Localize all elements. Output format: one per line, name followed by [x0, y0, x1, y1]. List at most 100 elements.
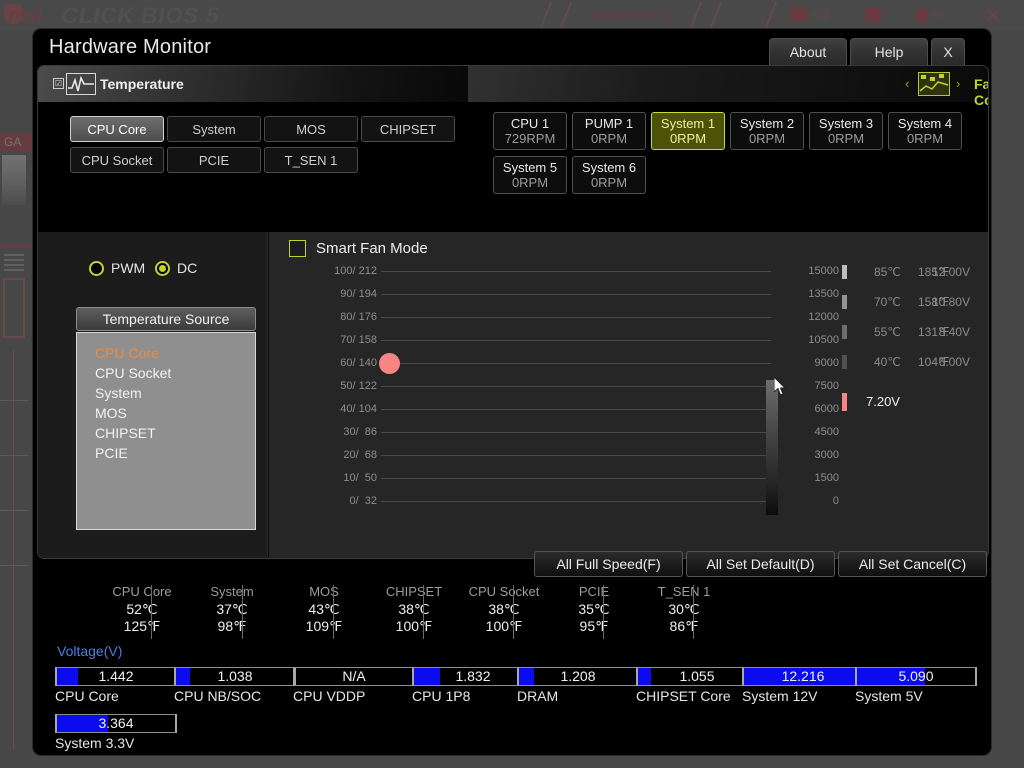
legend-row: 55℃ 131℉ 8.40V [842, 325, 988, 339]
legend-active-value: 7.20V [866, 394, 900, 409]
voltage-value: 12.216 [781, 668, 825, 684]
temperature-readout-strip: CPU Core 52℃ 125℉ System 37℃ 98℉ MOS 43℃… [37, 583, 989, 641]
axis-tick: 1500 [814, 472, 839, 484]
fan-name: System 1 [660, 116, 716, 131]
radio-dc-label: DC [177, 260, 198, 276]
radio-pwm-dot[interactable] [89, 260, 104, 276]
voltage-label: CPU VDDP [293, 688, 366, 704]
fan-button-system-6[interactable]: System 6 0RPM [572, 156, 646, 194]
close-button[interactable]: X [931, 38, 965, 65]
chevron-left-icon[interactable]: ‹ [905, 76, 909, 91]
voltage-label: System 3.3V [55, 735, 135, 751]
axis-tick: 4500 [814, 426, 839, 438]
temp-readout-tsen1: T_SEN 1 30℃ 86℉ [619, 583, 749, 641]
radio-dc[interactable]: DC [148, 260, 197, 276]
voltage-value: 1.038 [217, 668, 253, 684]
hardware-monitor-dialog: Hardware Monitor About Help X ☑ Temperat… [32, 28, 992, 756]
voltage-label: System 12V [742, 688, 818, 704]
chevron-right-icon[interactable]: › [956, 76, 960, 91]
legend-volts: 8.40V [938, 325, 970, 339]
list-item[interactable]: MOS [95, 403, 255, 423]
fan-name: System 6 [581, 160, 637, 175]
voltage-value: 5.090 [898, 668, 934, 684]
fan-button-system-3[interactable]: System 3 0RPM [809, 112, 883, 150]
axis-tick: 70/ 158 [340, 334, 377, 346]
fan-control-content: PWM DC Temperature Source CPU Core CPU S… [38, 232, 988, 558]
radio-dc-dot[interactable] [155, 260, 170, 276]
temperature-panel-header[interactable]: ☑ Temperature [38, 66, 468, 102]
axis-tick: 0/ 32 [349, 495, 377, 507]
checkbox-icon[interactable] [289, 240, 306, 257]
voltage-label: DRAM [517, 688, 559, 704]
temperature-graph-icon [66, 73, 96, 95]
axis-tick: 30/ 86 [343, 426, 377, 438]
panel-header-bar: ☑ Temperature ‹ › F C [38, 66, 988, 108]
legend-volts: 12.00V [931, 265, 970, 279]
list-item[interactable]: CHIPSET [95, 423, 255, 443]
voltage-value: 3.364 [98, 715, 134, 731]
legend-celsius: 55℃ [874, 325, 901, 339]
help-button[interactable]: Help [850, 38, 928, 65]
fan-control-panel-header[interactable]: ‹ › Fan Control [468, 66, 988, 108]
list-item[interactable]: System [95, 383, 255, 403]
fan-curve-pane: Smart Fan Mode 100/ 212 90/ 194 80/ 176 … [269, 232, 988, 558]
voltage-legend: 85℃ 185℉ 12.00V 70℃ 158℉ 10.80V 55℃ 131℉… [842, 265, 988, 523]
list-item[interactable]: PCIE [95, 443, 255, 463]
axis-tick: 20/ 68 [343, 449, 377, 461]
axis-tick: 6000 [814, 403, 839, 415]
temp-source-button-chipset[interactable]: CHIPSET [361, 116, 455, 142]
fan-rpm: 0RPM [669, 131, 707, 146]
axis-tick: 50/ 122 [340, 380, 377, 392]
temperature-source-list[interactable]: CPU Core CPU Socket System MOS CHIPSET P… [76, 332, 256, 530]
all-full-speed-button[interactable]: All Full Speed(F) [534, 551, 683, 577]
fan-button-pump-1[interactable]: PUMP 1 0RPM [572, 112, 646, 150]
fan-name: System 2 [739, 116, 795, 131]
fan-button-system-4[interactable]: System 4 0RPM [888, 112, 962, 150]
axis-tick: 10/ 50 [343, 472, 377, 484]
chart-left-axis: 100/ 212 90/ 194 80/ 176 70/ 158 60/ 140… [269, 265, 377, 523]
chart-plot-area[interactable] [379, 265, 771, 523]
axis-tick: 90/ 194 [340, 288, 377, 300]
temp-source-button-cpu-socket[interactable]: CPU Socket [70, 147, 164, 173]
smart-fan-mode-checkbox[interactable]: Smart Fan Mode [279, 240, 428, 257]
fan-rpm: 0RPM [827, 131, 865, 146]
smart-fan-mode-label: Smart Fan Mode [316, 240, 428, 257]
temp-source-button-pcie[interactable]: PCIE [167, 147, 261, 173]
fan-graph-icon [918, 72, 950, 96]
radio-pwm-label: PWM [111, 260, 146, 276]
list-item[interactable]: CPU Socket [95, 363, 255, 383]
temperature-checkbox-icon[interactable]: ☑ [53, 78, 64, 89]
axis-tick: 3000 [814, 449, 839, 461]
fan-curve-point[interactable] [379, 353, 400, 374]
temp-source-button-mos[interactable]: MOS [264, 116, 358, 142]
all-set-cancel-button[interactable]: All Set Cancel(C) [838, 551, 987, 577]
about-button[interactable]: About [769, 38, 847, 65]
axis-tick: 12000 [808, 311, 839, 323]
temp-source-button-system[interactable]: System [167, 116, 261, 142]
fan-curve-chart[interactable]: 100/ 212 90/ 194 80/ 176 70/ 158 60/ 140… [269, 265, 988, 523]
legend-row: 85℃ 185℉ 12.00V [842, 265, 988, 279]
fan-button-system-2[interactable]: System 2 0RPM [730, 112, 804, 150]
axis-tick: 80/ 176 [340, 311, 377, 323]
temp-source-button-cpu-core[interactable]: CPU Core [70, 116, 164, 142]
list-item[interactable]: CPU Core [95, 343, 255, 363]
voltage-label: CPU Core [55, 688, 119, 704]
legend-celsius: 70℃ [874, 295, 901, 309]
axis-tick: 40/ 104 [340, 403, 377, 415]
thermometer-fahrenheit-icon [315, 558, 329, 559]
fan-button-system-1[interactable]: System 1 0RPM [651, 112, 725, 150]
readout-fahrenheit: 86℉ [669, 618, 699, 634]
monitor-inner-frame: ☑ Temperature ‹ › F C CPU Core System MO… [37, 65, 989, 559]
temp-source-button-tsen1[interactable]: T_SEN 1 [264, 147, 358, 173]
radio-pwm[interactable]: PWM [82, 260, 145, 276]
axis-tick: 0 [832, 495, 839, 507]
fan-button-system-5[interactable]: System 5 0RPM [493, 156, 567, 194]
fan-button-cpu-1[interactable]: CPU 1 729RPM [493, 112, 567, 150]
axis-tick: 100/ 212 [334, 265, 377, 277]
fan-settings-pane: PWM DC Temperature Source CPU Core CPU S… [38, 232, 268, 558]
fan-name: System 5 [502, 160, 558, 175]
fan-rpm: 0RPM [590, 131, 628, 146]
all-set-default-button[interactable]: All Set Default(D) [686, 551, 835, 577]
fan-name: CPU 1 [510, 116, 550, 131]
chart-right-axis: 15000 13500 12000 10500 9000 7500 6000 4… [777, 265, 839, 523]
